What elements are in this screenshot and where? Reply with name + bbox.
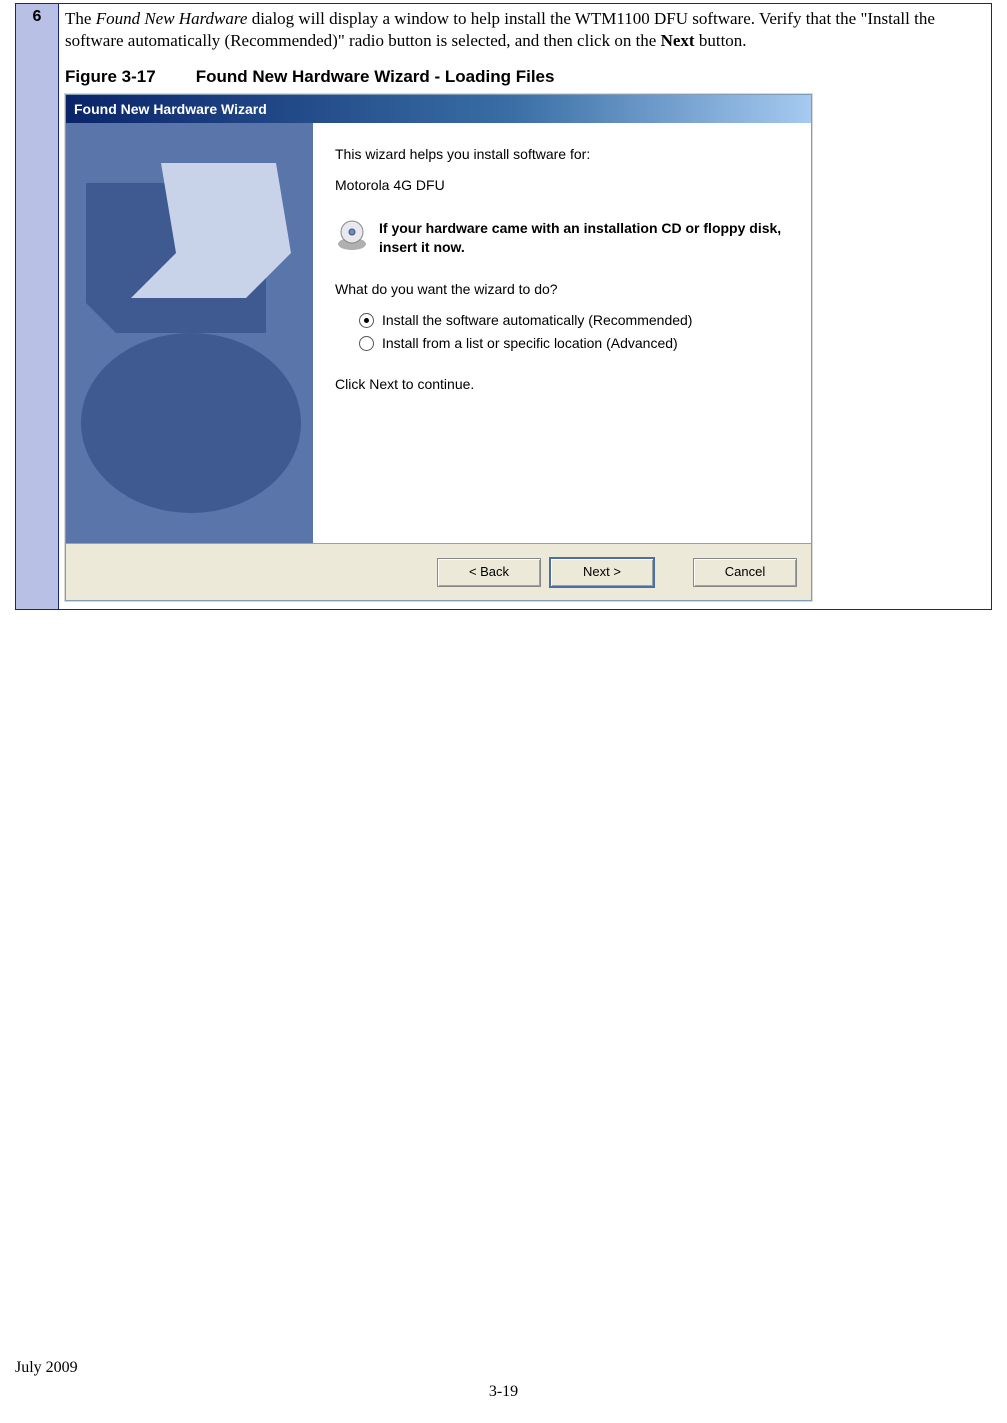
dialog-name: Found New Hardware xyxy=(96,9,248,28)
wizard-question: What do you want the wizard to do? xyxy=(335,280,789,299)
step-text: The xyxy=(65,9,96,28)
back-button[interactable]: < Back xyxy=(437,558,541,587)
figure-title: Found New Hardware Wizard - Loading File… xyxy=(196,67,555,86)
cd-text: If your hardware came with an installati… xyxy=(379,219,789,257)
wizard-footer: < Back Next > Cancel xyxy=(66,543,811,600)
wizard-side-graphic xyxy=(66,123,313,543)
radio-unselected-icon xyxy=(359,336,374,351)
radio-selected-icon xyxy=(359,313,374,328)
footer-page: 3-19 xyxy=(0,1383,1007,1401)
wizard-intro: This wizard helps you install software f… xyxy=(335,145,789,164)
radio-option-advanced[interactable]: Install from a list or specific location… xyxy=(359,334,789,353)
wizard-content: This wizard helps you install software f… xyxy=(313,123,811,543)
radio-label: Install from a list or specific location… xyxy=(382,334,678,353)
cd-icon xyxy=(335,219,369,258)
wizard-dialog: Found New Hardware Wizard xyxy=(65,94,812,601)
step-text: button. xyxy=(695,31,747,50)
step-body: The Found New Hardware dialog will displ… xyxy=(59,4,992,610)
radio-option-auto[interactable]: Install the software automatically (Reco… xyxy=(359,311,789,330)
figure-caption: Figure 3-17 Found New Hardware Wizard - L… xyxy=(65,66,985,88)
next-button[interactable]: Next > xyxy=(549,557,655,588)
cancel-button[interactable]: Cancel xyxy=(693,558,797,587)
wizard-device: Motorola 4G DFU xyxy=(335,176,789,195)
wizard-continue: Click Next to continue. xyxy=(335,375,789,394)
radio-label: Install the software automatically (Reco… xyxy=(382,311,692,330)
step-number: 6 xyxy=(16,4,59,610)
step-table: 6 The Found New Hardware dialog will dis… xyxy=(15,3,992,610)
wizard-titlebar: Found New Hardware Wizard xyxy=(66,95,811,123)
footer-date: July 2009 xyxy=(15,1359,78,1377)
next-label: Next xyxy=(661,31,695,50)
figure-label: Figure 3-17 xyxy=(65,67,156,86)
